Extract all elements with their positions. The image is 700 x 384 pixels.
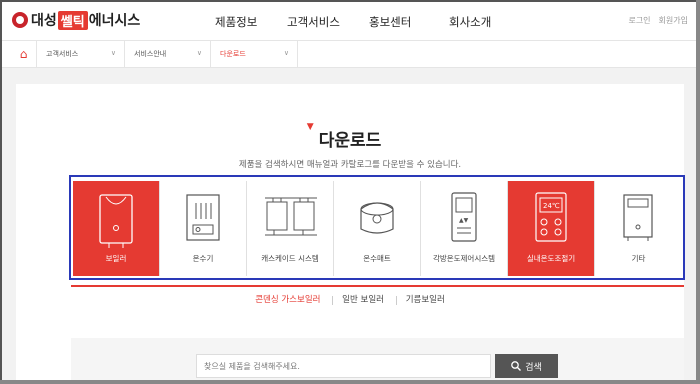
breadcrumb-label: 다운로드 — [220, 50, 246, 58]
category-label: 온수기 — [192, 254, 214, 263]
category-cascade-system[interactable]: 캐스케이드 시스템 — [247, 181, 334, 276]
chevron-down-icon: ∨ — [110, 49, 116, 57]
util-links: 로그인 회원가입 — [628, 15, 688, 26]
category-water-heater[interactable]: 온수기 — [160, 181, 247, 276]
page-title: ▼ 다운로드 — [307, 122, 382, 151]
search-button[interactable]: 검색 — [495, 354, 558, 378]
chevron-down-icon: ∨ — [196, 49, 202, 57]
nav-customer-service[interactable]: 고객서비스 — [287, 14, 369, 30]
nav-product-info[interactable]: 제품정보 — [215, 14, 287, 30]
category-thermostat[interactable]: 24℃ 실내온도조절기 — [508, 181, 595, 276]
page-subtitle: 제품을 검색하시면 매뉴얼과 카탈로그를 다운받을 수 있습니다. — [238, 160, 462, 170]
breadcrumb: ⌂ 고객서비스 ∨ 서비스안내 ∨ 다운로드 ∨ — [2, 40, 698, 68]
logo-text-2: 에너시스 — [88, 13, 141, 29]
category-label: 기타 — [631, 254, 646, 263]
search-input[interactable]: 찾으실 제품을 검색해주세요. — [196, 354, 491, 378]
category-label: 보일러 — [105, 254, 127, 263]
category-etc[interactable]: 기타 — [595, 181, 682, 276]
breadcrumb-item-service-guide[interactable]: 서비스안내 ∨ — [125, 41, 211, 67]
logo[interactable]: 대성 쎌틱 에너시스 — [12, 10, 140, 30]
triangle-marker-icon: ▼ — [306, 122, 314, 132]
home-icon[interactable]: ⌂ — [11, 41, 37, 67]
frame-shadow — [696, 0, 700, 384]
breadcrumb-item-customer-service[interactable]: 고객서비스 ∨ — [37, 41, 125, 67]
chevron-down-icon: ∨ — [283, 49, 289, 57]
page-title-text: 다운로드 — [318, 131, 382, 151]
category-divider — [71, 285, 684, 287]
nav-company[interactable]: 회사소개 — [449, 14, 491, 30]
breadcrumb-item-download[interactable]: 다운로드 ∨ — [211, 41, 298, 67]
login-link[interactable]: 로그인 — [628, 15, 650, 26]
category-label: 실내온도조절기 — [526, 254, 576, 263]
nav-pr-center[interactable]: 홍보센터 — [369, 14, 449, 30]
logo-text-cel: 쎌틱 — [57, 10, 88, 30]
tab-general-boiler[interactable]: 일반 보일러 — [332, 296, 393, 305]
tab-oil-boiler[interactable]: 기름보일러 — [395, 296, 454, 305]
category-label: 캐스케이드 시스템 — [261, 254, 319, 263]
category-selector: 보일러 온수기 캐스케이드 시스템 온수매트 ▲▼ 각방온도제어시스템 24℃ … — [69, 175, 685, 280]
svg-text:24℃: 24℃ — [543, 202, 560, 210]
category-label: 온수매트 — [363, 254, 391, 263]
svg-text:▲▼: ▲▼ — [459, 217, 469, 224]
category-boiler[interactable]: 보일러 — [73, 181, 160, 276]
site-header: 대성 쎌틱 에너시스 제품정보 고객서비스 홍보센터 회사소개 로그인 회원가입 — [2, 2, 698, 40]
search-area: 찾으실 제품을 검색해주세요. 검색 — [71, 338, 684, 384]
breadcrumb-label: 고객서비스 — [46, 50, 79, 58]
page-frame: 대성 쎌틱 에너시스 제품정보 고객서비스 홍보센터 회사소개 로그인 회원가입… — [0, 0, 700, 384]
breadcrumb-label: 서비스안내 — [134, 50, 167, 58]
search-icon — [511, 361, 522, 371]
tab-condensing-gas-boiler[interactable]: 콘덴싱 가스보일러 — [246, 296, 329, 305]
search-button-label: 검색 — [525, 362, 542, 373]
category-room-control[interactable]: ▲▼ 각방온도제어시스템 — [421, 181, 508, 276]
signup-link[interactable]: 회원가입 — [659, 15, 688, 26]
frame-shadow — [0, 380, 700, 384]
category-water-mat[interactable]: 온수매트 — [334, 181, 421, 276]
subcategory-tabs: 콘덴싱 가스보일러 일반 보일러 기름보일러 — [2, 295, 698, 305]
main-content: ▼ 다운로드 제품을 검색하시면 매뉴얼과 카탈로그를 다운받을 수 있습니다.… — [2, 68, 698, 384]
logo-text-1: 대성 — [31, 13, 57, 29]
logo-mark-icon — [12, 12, 28, 28]
category-label: 각방온도제어시스템 — [432, 254, 496, 263]
main-nav: 제품정보 고객서비스 홍보센터 회사소개 — [215, 14, 491, 30]
